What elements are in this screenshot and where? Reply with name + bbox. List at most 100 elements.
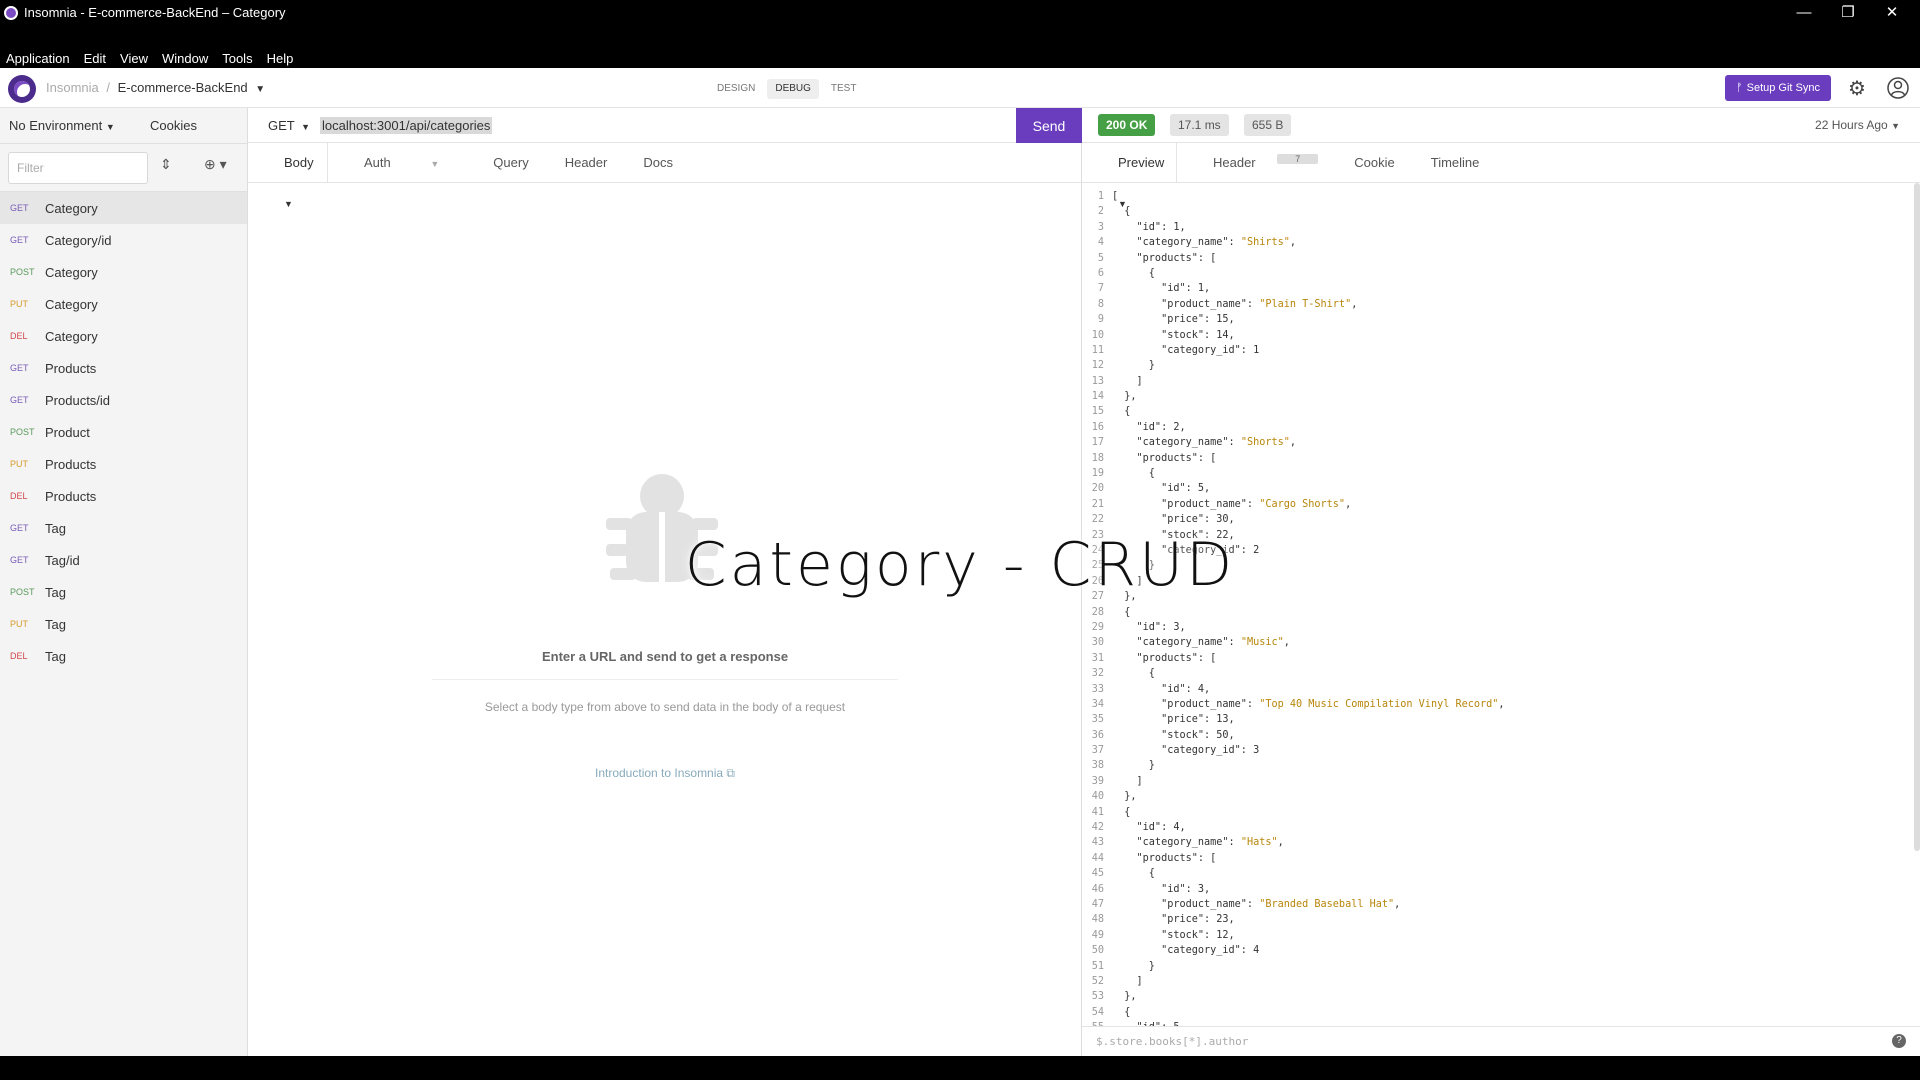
- sidebar-request-item[interactable]: PUT Products: [0, 448, 247, 480]
- window-title-text: Insomnia - E-commerce-BackEnd – Category: [24, 5, 286, 20]
- response-body: 1[2 {3 "id": 1, 4 "category_name": "Shirt…: [1082, 189, 1912, 1027]
- tab-preview[interactable]: Preview ▼: [1082, 143, 1177, 209]
- code-line: 54 {: [1082, 1005, 1912, 1020]
- code-line: 51 }: [1082, 959, 1912, 974]
- sidebar-request-item[interactable]: PUT Tag: [0, 608, 247, 640]
- code-line: 4 "category_name": "Shirts",: [1082, 235, 1912, 250]
- mode-test[interactable]: TEST: [823, 79, 865, 99]
- line-number: 3: [1097, 221, 1104, 233]
- menu-application[interactable]: Application: [6, 51, 70, 66]
- mode-debug[interactable]: DEBUG: [767, 79, 819, 99]
- request-name: Products: [45, 488, 97, 504]
- request-method-badge: POST: [10, 267, 35, 277]
- request-method-badge: DEL: [10, 651, 28, 661]
- code-text: "stock": 12,: [1112, 929, 1235, 941]
- code-line: 28 {: [1082, 605, 1912, 620]
- menu-view[interactable]: View: [120, 51, 148, 66]
- code-line: 18 "products": [: [1082, 451, 1912, 466]
- code-text: }: [1112, 960, 1155, 972]
- sidebar-request-item[interactable]: PUT Category: [0, 288, 247, 320]
- line-number: 2: [1097, 206, 1104, 218]
- response-history[interactable]: 22 Hours Ago ▼: [1815, 108, 1900, 144]
- code-text: "price": 13,: [1112, 714, 1235, 726]
- request-method-badge: PUT: [10, 299, 28, 309]
- line-number: 19: [1091, 468, 1104, 480]
- tab-timeline[interactable]: Timeline: [1413, 143, 1498, 182]
- sidebar-request-item[interactable]: POST Product: [0, 416, 247, 448]
- request-method-badge: DEL: [10, 491, 28, 501]
- line-number: 7: [1097, 283, 1104, 295]
- intro-link[interactable]: Introduction to Insomnia ⧉: [248, 766, 1082, 781]
- sidebar-request-item[interactable]: DEL Category: [0, 320, 247, 352]
- menu-help[interactable]: Help: [267, 51, 294, 66]
- response-time: 17.1 ms: [1170, 114, 1229, 136]
- line-number: 20: [1091, 483, 1104, 495]
- code-text: "stock": 14,: [1112, 329, 1235, 341]
- line-number: 10: [1091, 329, 1104, 341]
- video-caption-overlay: Category - CRUD: [0, 530, 1920, 600]
- bottom-bar: [0, 1056, 1920, 1080]
- caption-text: Category - CRUD: [684, 530, 1236, 600]
- line-number: 46: [1091, 883, 1104, 895]
- line-number: 39: [1091, 775, 1104, 787]
- code-text: "category_id": 1: [1112, 344, 1260, 356]
- intro-link-label: Introduction to Insomnia: [595, 766, 724, 780]
- mode-design[interactable]: DESIGN: [709, 79, 763, 99]
- add-request-icon[interactable]: ⊕ ▾: [204, 156, 227, 173]
- chevron-down-icon[interactable]: ▼: [255, 84, 265, 95]
- menu-tools[interactable]: Tools: [222, 51, 252, 66]
- sidebar-request-item[interactable]: POST Category: [0, 256, 247, 288]
- sidebar-filter-input[interactable]: Filter: [8, 152, 148, 184]
- breadcrumb-project[interactable]: E-commerce-BackEnd: [118, 80, 248, 95]
- code-text: "category_id": 3: [1112, 745, 1260, 757]
- code-line: 22 "price": 30,: [1082, 512, 1912, 527]
- app-header: Insomnia / E-commerce-BackEnd ▼ DESIGN D…: [0, 68, 1920, 108]
- code-line: 49 "stock": 12,: [1082, 928, 1912, 943]
- code-line: 13 ]: [1082, 374, 1912, 389]
- code-line: 39 ]: [1082, 774, 1912, 789]
- breadcrumb-app[interactable]: Insomnia: [46, 80, 99, 95]
- environment-select[interactable]: No Environment ▼: [9, 118, 115, 133]
- line-number: 16: [1091, 421, 1104, 433]
- user-account-icon[interactable]: [1886, 76, 1910, 100]
- sort-icon[interactable]: ⇕: [160, 156, 172, 173]
- line-number: 11: [1091, 344, 1104, 356]
- sidebar-request-item[interactable]: GET Products: [0, 352, 247, 384]
- git-icon: ᚠ: [1736, 82, 1743, 94]
- window-titlebar: Insomnia - E-commerce-BackEnd – Category…: [0, 0, 1920, 24]
- code-text: "product_name": "Top 40 Music Compilatio…: [1112, 698, 1505, 710]
- code-text: "category_name": "Music",: [1112, 637, 1290, 649]
- response-scrollbar[interactable]: [1914, 183, 1920, 851]
- sidebar-request-item[interactable]: GET Products/id: [0, 384, 247, 416]
- request-method-badge: GET: [10, 395, 29, 405]
- mode-switcher: DESIGN DEBUG TEST: [709, 79, 864, 99]
- response-filter-input[interactable]: $.store.books[*].author: [1082, 1026, 1920, 1056]
- sidebar-request-item[interactable]: DEL Tag: [0, 640, 247, 672]
- request-method-badge: DEL: [10, 331, 28, 341]
- response-age: 22 Hours Ago: [1815, 118, 1888, 132]
- close-button[interactable]: ✕: [1870, 0, 1914, 24]
- request-name: Products: [45, 360, 97, 376]
- chevron-down-icon: ▼: [1891, 121, 1900, 131]
- minimize-button[interactable]: —: [1782, 0, 1826, 24]
- tab-cookie[interactable]: Cookie: [1336, 143, 1412, 182]
- maximize-button[interactable]: ❐: [1826, 0, 1870, 24]
- help-icon[interactable]: ?: [1892, 1034, 1906, 1048]
- setup-git-sync-button[interactable]: ᚠ Setup Git Sync: [1725, 75, 1831, 101]
- line-number: 34: [1091, 698, 1104, 710]
- code-line: 12 }: [1082, 358, 1912, 373]
- tab-response-header[interactable]: Header 7: [1177, 143, 1336, 182]
- menu-window[interactable]: Window: [162, 51, 208, 66]
- code-text: "stock": 50,: [1112, 729, 1235, 741]
- code-line: 50 "category_id": 4: [1082, 943, 1912, 958]
- sidebar-request-item[interactable]: DEL Products: [0, 480, 247, 512]
- insomnia-logo[interactable]: [8, 75, 36, 103]
- line-number: 37: [1091, 745, 1104, 757]
- sidebar-request-item[interactable]: GET Category/id: [0, 224, 247, 256]
- code-line: 47 "product_name": "Branded Baseball Hat…: [1082, 897, 1912, 912]
- menu-edit[interactable]: Edit: [84, 51, 106, 66]
- code-line: 7 "id": 1,: [1082, 281, 1912, 296]
- sidebar-request-item[interactable]: GET Category: [0, 192, 247, 224]
- cookies-button[interactable]: Cookies: [150, 118, 197, 133]
- gear-icon[interactable]: ⚙: [1845, 76, 1869, 100]
